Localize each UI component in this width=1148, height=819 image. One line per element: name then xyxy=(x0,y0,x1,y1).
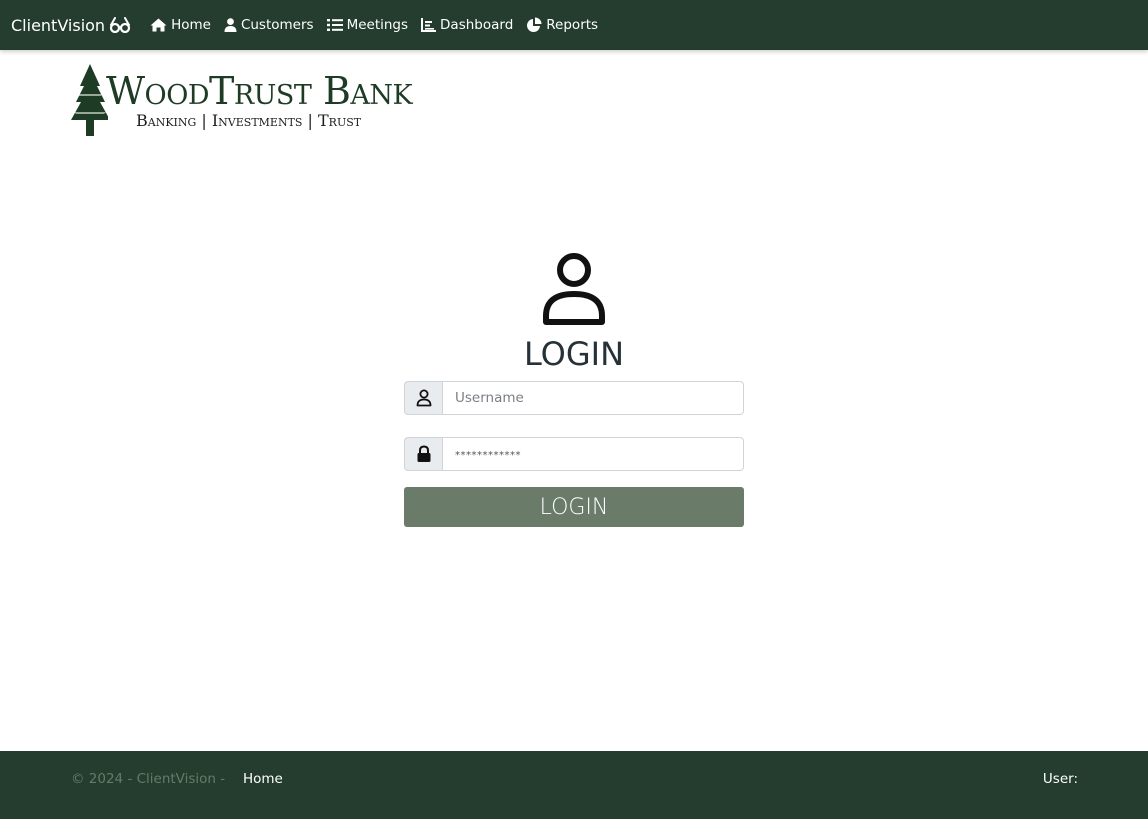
nav-customers-label: Customers xyxy=(240,17,314,33)
nav-home[interactable]: Home xyxy=(150,17,211,33)
copyright-text: © 2024 - ClientVision - xyxy=(71,771,226,787)
bank-logo: WoodTrust Bank Banking | Investments | T… xyxy=(68,64,438,140)
nav-reports-label: Reports xyxy=(546,17,599,33)
chart-icon xyxy=(421,18,437,32)
login-title: LOGIN xyxy=(523,335,625,373)
user-icon xyxy=(224,18,237,32)
footer-user-label: User: xyxy=(1042,771,1078,787)
password-input[interactable] xyxy=(442,437,744,471)
logo-subtitle: Banking | Investments | Trust xyxy=(136,111,362,130)
nav-home-label: Home xyxy=(171,17,211,33)
footer: © 2024 - ClientVision - Home User: xyxy=(0,751,1148,819)
brand-name: ClientVision xyxy=(11,15,106,35)
lock-icon xyxy=(404,437,442,471)
brand-link[interactable]: ClientVision xyxy=(11,16,131,35)
home-icon xyxy=(150,18,167,32)
tree-icon xyxy=(71,64,108,136)
nav-customers[interactable]: Customers xyxy=(224,17,314,33)
nav-dashboard[interactable]: Dashboard xyxy=(421,17,513,33)
user-avatar-icon xyxy=(543,253,605,325)
login-button[interactable]: LOGIN xyxy=(404,487,744,527)
top-navbar: ClientVision Home Customers Meetings Das… xyxy=(0,0,1148,50)
password-group xyxy=(404,437,744,471)
nav-meetings[interactable]: Meetings xyxy=(326,17,409,33)
logo-title: WoodTrust Bank xyxy=(106,69,413,113)
username-input[interactable] xyxy=(442,381,744,415)
nav-dashboard-label: Dashboard xyxy=(440,17,514,33)
nav-reports[interactable]: Reports xyxy=(526,17,598,33)
list-icon xyxy=(326,18,343,32)
glasses-icon xyxy=(109,17,131,33)
footer-home-link[interactable]: Home xyxy=(243,771,283,787)
username-group xyxy=(404,381,744,415)
user-icon xyxy=(404,381,442,415)
nav-meetings-label: Meetings xyxy=(346,17,409,33)
pie-chart-icon xyxy=(526,17,542,33)
